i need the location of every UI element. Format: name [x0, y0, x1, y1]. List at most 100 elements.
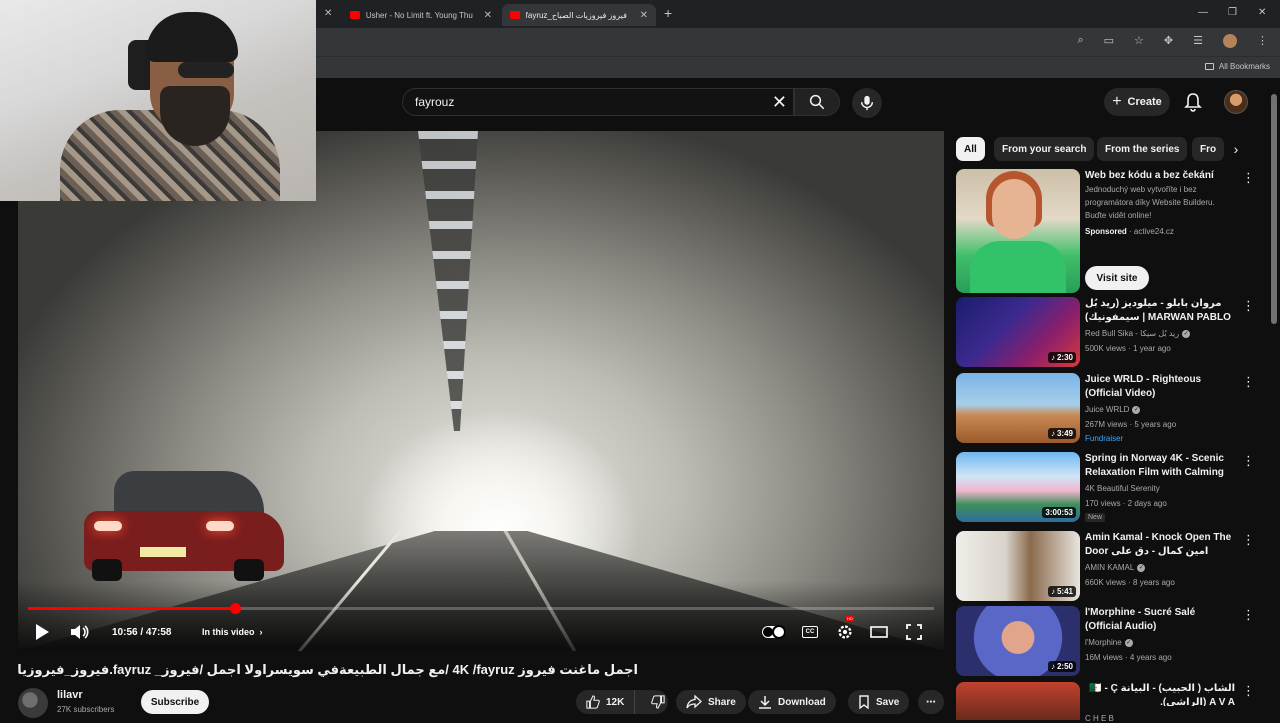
recommendation-item[interactable]: ♪ 2:50 l'Morphine - Sucré Salé (Official …: [956, 606, 1256, 678]
youtube-favicon-icon: [510, 11, 520, 19]
subscribe-button[interactable]: Subscribe: [141, 690, 209, 714]
video-thumbnail[interactable]: ♪ 2:30: [956, 297, 1080, 367]
video-thumbnail[interactable]: [956, 682, 1080, 720]
ad-thumbnail[interactable]: [956, 169, 1080, 293]
tab-fayruz[interactable]: fayruz_فيروز فيروزيات الصباح ✕: [502, 4, 656, 26]
channel-avatar[interactable]: [18, 688, 48, 718]
settings-button[interactable]: HD: [836, 616, 854, 645]
voice-search-button[interactable]: [852, 88, 882, 118]
more-vert-icon[interactable]: ⋮: [1242, 171, 1255, 184]
channel-name[interactable]: lilavr: [57, 689, 83, 701]
notifications-button[interactable]: [1184, 92, 1202, 117]
theater-mode-button[interactable]: [870, 619, 888, 645]
video-title[interactable]: Juice WRLD - Righteous (Official Video): [1085, 373, 1235, 401]
more-vert-icon[interactable]: ⋮: [1242, 375, 1255, 388]
visit-site-button[interactable]: Visit site: [1085, 266, 1149, 290]
channel-name[interactable]: C H E B: [1085, 714, 1114, 723]
dislike-button[interactable]: [641, 695, 675, 709]
play-button[interactable]: [34, 619, 50, 645]
more-vert-icon[interactable]: ⋮: [1242, 454, 1255, 467]
reading-list-icon[interactable]: ☰: [1193, 34, 1203, 48]
more-actions-button[interactable]: ⋯: [918, 690, 944, 714]
channel-name[interactable]: 4K Beautiful Serenity: [1085, 484, 1160, 493]
verified-check-icon: ✓: [1182, 329, 1191, 338]
save-button[interactable]: Save: [848, 690, 910, 714]
profile-avatar-icon[interactable]: [1223, 34, 1237, 48]
share-label: Share: [708, 696, 736, 708]
download-button[interactable]: Download: [748, 690, 836, 714]
like-button[interactable]: 12K: [576, 690, 636, 714]
verified-check-icon: ✓: [1132, 405, 1141, 414]
close-tab-icon[interactable]: ✕: [484, 10, 492, 21]
zoom-icon[interactable]: ⌕: [1077, 34, 1083, 48]
extensions-icon[interactable]: ✥: [1164, 34, 1173, 48]
bookmark-star-icon[interactable]: ☆: [1134, 34, 1144, 48]
cast-icon[interactable]: ▭: [1104, 34, 1114, 48]
tunnel-lights: [418, 131, 478, 431]
mute-button[interactable]: [70, 619, 90, 645]
channel-name[interactable]: l'Morphine ✓: [1085, 638, 1133, 647]
browser-menu-icon[interactable]: ⋮: [1257, 34, 1268, 48]
new-tab-icon[interactable]: +: [664, 5, 672, 21]
search-box[interactable]: ✕: [402, 88, 794, 116]
autoplay-toggle[interactable]: [762, 619, 786, 645]
share-icon: [686, 695, 702, 709]
video-frame: [18, 131, 944, 651]
captions-button[interactable]: CC: [802, 619, 818, 645]
new-badge: New: [1085, 513, 1106, 522]
chapters-button[interactable]: In this video ›: [202, 619, 263, 645]
all-bookmarks-button[interactable]: All Bookmarks: [1204, 62, 1270, 71]
share-button[interactable]: Share: [676, 690, 746, 714]
video-title[interactable]: الشاب ( الحبيب) - البيانة 🇩🇿 - Ç A V A (…: [1085, 682, 1235, 706]
close-window-icon[interactable]: ✕: [1258, 7, 1266, 18]
video-player[interactable]: 10:56 / 47:58 In this video › CC HD: [18, 131, 944, 651]
channel-name[interactable]: Red Bull Sika - ريد بُل سيكا ✓: [1085, 329, 1191, 338]
ad-sponsored-line: Sponsored · active24.cz: [1085, 227, 1174, 236]
microphone-icon: [860, 95, 874, 111]
chip-more[interactable]: Fro: [1192, 137, 1225, 161]
recommendation-item[interactable]: ♪ 5:41 Amin Kamal - Knock Open The Door ا…: [956, 531, 1256, 603]
account-avatar[interactable]: [1224, 90, 1248, 114]
recommendation-item[interactable]: ♪ 3:49 Juice WRLD - Righteous (Official V…: [956, 373, 1256, 445]
video-thumbnail[interactable]: 3:00:53: [956, 452, 1080, 522]
page-scrollbar[interactable]: [1271, 86, 1277, 720]
recommendation-item[interactable]: الشاب ( الحبيب) - البيانة 🇩🇿 - Ç A V A (…: [956, 682, 1256, 723]
video-meta: 16M views · 4 years ago: [1085, 653, 1172, 662]
channel-name[interactable]: Juice WRLD ✓: [1085, 405, 1141, 414]
video-thumbnail[interactable]: ♪ 2:50: [956, 606, 1080, 676]
video-title[interactable]: l'Morphine - Sucré Salé (Official Audio): [1085, 606, 1235, 634]
chip-all[interactable]: All: [956, 137, 985, 161]
video-title[interactable]: Spring in Norway 4K - Scenic Relaxation …: [1085, 452, 1235, 480]
video-thumbnail[interactable]: ♪ 3:49: [956, 373, 1080, 443]
more-vert-icon[interactable]: ⋮: [1242, 299, 1255, 312]
recommendation-item[interactable]: ♪ 2:30 مروان بابلو - ميلوديز (ريد بُل سيم…: [956, 297, 1256, 369]
more-vert-icon[interactable]: ⋮: [1242, 684, 1255, 697]
recommendation-item[interactable]: 3:00:53 Spring in Norway 4K - Scenic Rel…: [956, 452, 1256, 524]
sponsored-ad[interactable]: Web bez kódu a bez čekání Jednoduchý web…: [956, 169, 1256, 293]
video-title[interactable]: Amin Kamal - Knock Open The Door امين كم…: [1085, 531, 1235, 559]
ad-title[interactable]: Web bez kódu a bez čekání: [1085, 169, 1235, 183]
restore-icon[interactable]: ❐: [1228, 7, 1237, 18]
channel-name[interactable]: AMIN KAMAL ✓: [1085, 563, 1146, 572]
scrubber-handle[interactable]: [229, 603, 241, 614]
ad-description: Jednoduchý web vytvoříte i bez programát…: [1085, 185, 1215, 220]
clear-search-icon[interactable]: ✕: [772, 92, 787, 113]
video-title[interactable]: مروان بابلو - ميلوديز (ريد بُل سيمفونيك)…: [1085, 297, 1235, 325]
progress-bar[interactable]: [28, 603, 934, 614]
search-button[interactable]: [794, 88, 840, 116]
more-vert-icon[interactable]: ⋮: [1242, 608, 1255, 621]
tab-usher[interactable]: Usher - No Limit ft. Young Thu ✕: [342, 4, 500, 26]
close-tab-icon[interactable]: ✕: [324, 8, 332, 19]
search-input[interactable]: [415, 95, 755, 109]
chip-from-the-series[interactable]: From the series: [1097, 137, 1188, 161]
create-button[interactable]: + Create: [1104, 88, 1170, 116]
close-tab-icon[interactable]: ✕: [640, 10, 648, 21]
video-thumbnail[interactable]: ♪ 5:41: [956, 531, 1080, 601]
minimize-icon[interactable]: —: [1198, 7, 1208, 18]
chips-next-chevron-icon[interactable]: ›: [1226, 140, 1246, 158]
chip-from-your-search[interactable]: From your search: [994, 137, 1095, 161]
fullscreen-button[interactable]: [906, 619, 922, 645]
download-icon: [759, 696, 771, 709]
scrollbar-thumb[interactable]: [1271, 94, 1277, 324]
more-vert-icon[interactable]: ⋮: [1242, 533, 1255, 546]
